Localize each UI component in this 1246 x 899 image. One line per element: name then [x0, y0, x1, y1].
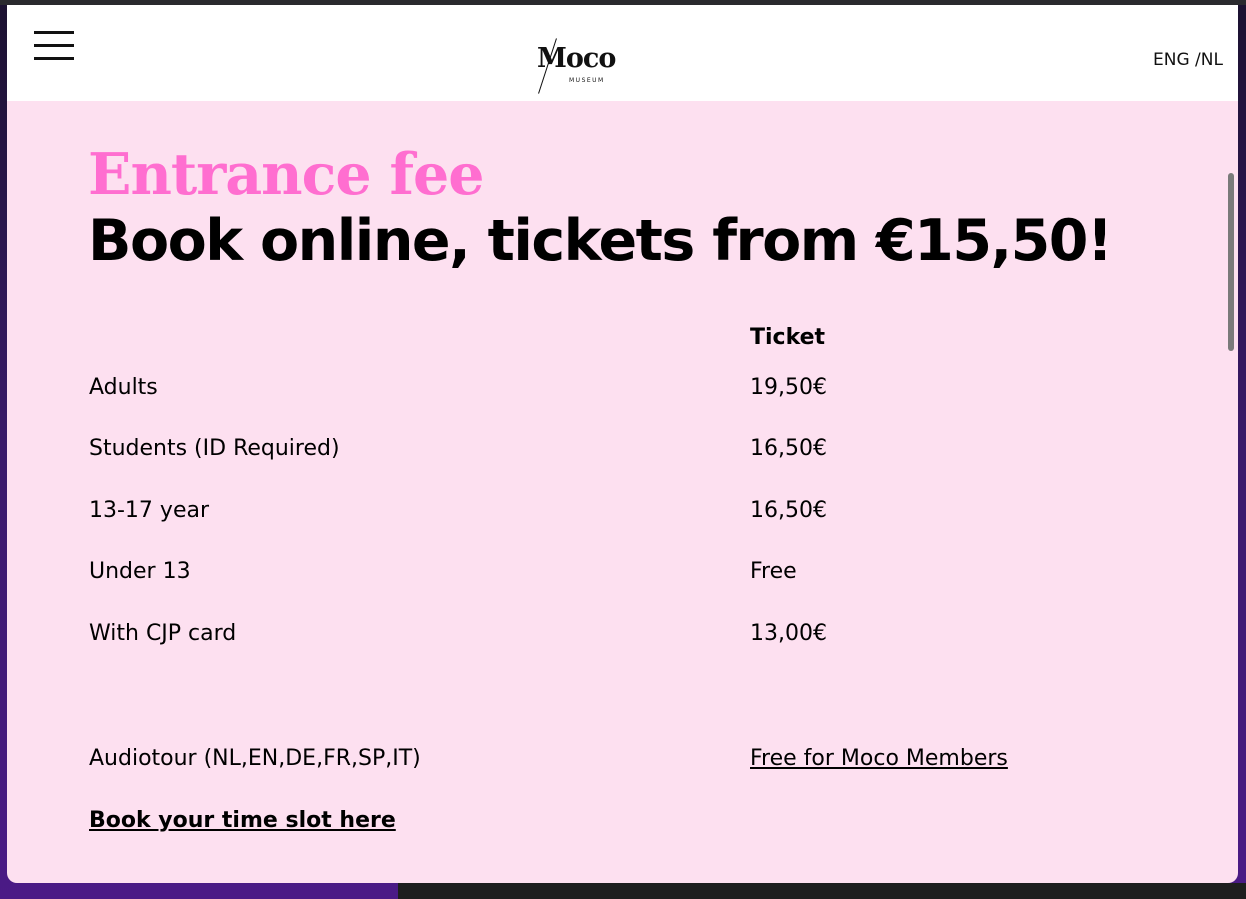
site-header: Moco MUSEUM ENG /NL: [7, 5, 1238, 101]
price-label: 13-17 year: [89, 498, 210, 523]
logo-subtext: MUSEUM: [569, 77, 605, 84]
price-row-adults: Adults 19,50€: [89, 375, 1189, 405]
price-value: 13,00€: [750, 621, 827, 646]
menu-bar-top: [34, 31, 74, 34]
price-label: Under 13: [89, 559, 191, 584]
ticket-column-header: Ticket: [750, 325, 826, 350]
menu-icon[interactable]: [34, 31, 74, 61]
menu-bar-middle: [34, 44, 74, 47]
price-row-under13: Under 13 Free: [89, 559, 1189, 589]
background-editor-strip: [398, 883, 1246, 899]
price-value: 16,50€: [750, 436, 827, 461]
book-time-slot-link[interactable]: Book your time slot here: [89, 808, 396, 833]
logo-wordmark: Moco: [537, 43, 616, 74]
menu-bar-bottom: [34, 57, 74, 60]
price-value: Free: [750, 559, 797, 584]
price-label: Adults: [89, 375, 158, 400]
audiotour-row: Audiotour (NL,EN,DE,FR,SP,IT) Free for M…: [89, 746, 1189, 776]
price-label: With CJP card: [89, 621, 237, 646]
price-row-teens: 13-17 year 16,50€: [89, 498, 1189, 528]
moco-logo[interactable]: Moco MUSEUM: [533, 35, 616, 94]
price-row-cjp: With CJP card 13,00€: [89, 621, 1189, 651]
audiotour-label: Audiotour (NL,EN,DE,FR,SP,IT): [89, 746, 421, 771]
browser-window: Moco MUSEUM ENG /NL Entrance fee Book on…: [7, 5, 1238, 883]
price-value: 19,50€: [750, 375, 827, 400]
language-switcher[interactable]: ENG /NL: [1153, 50, 1223, 70]
scrollbar-thumb[interactable]: [1228, 173, 1234, 351]
page-subtitle: Book online, tickets from €15,50!: [88, 208, 1113, 274]
price-value: 16,50€: [750, 498, 827, 523]
members-link[interactable]: Free for Moco Members: [750, 746, 1008, 771]
page-title: Entrance fee: [88, 141, 484, 208]
price-label: Students (ID Required): [89, 436, 340, 461]
price-row-students: Students (ID Required) 16,50€: [89, 436, 1189, 466]
